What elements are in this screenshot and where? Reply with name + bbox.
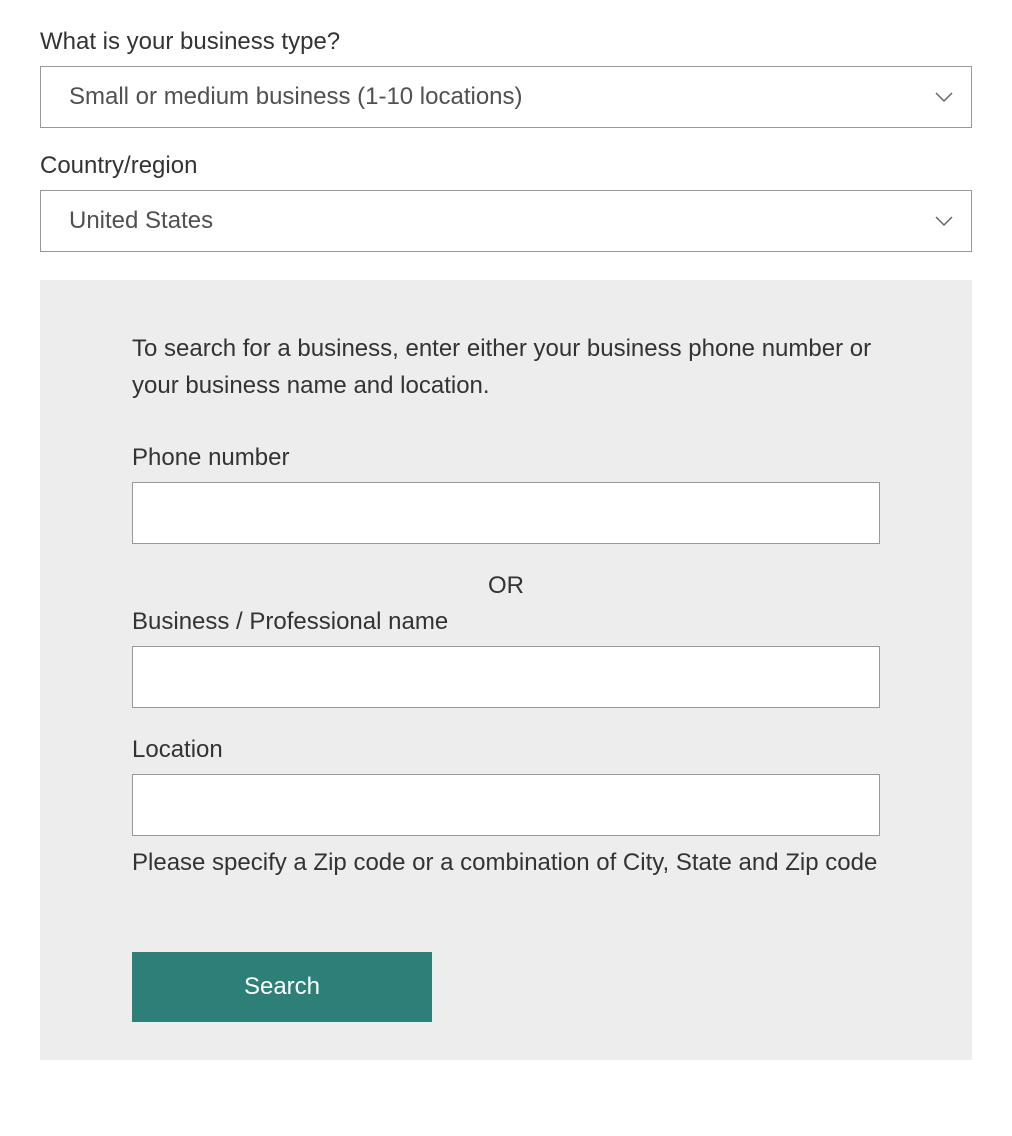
business-type-value: Small or medium business (1-10 locations…	[69, 83, 523, 111]
business-type-label: What is your business type?	[40, 28, 972, 56]
search-button[interactable]: Search	[132, 952, 432, 1022]
business-type-select-wrapper: Small or medium business (1-10 locations…	[40, 66, 972, 128]
phone-field: Phone number	[132, 444, 880, 544]
location-field: Location Please specify a Zip code or a …	[132, 736, 880, 881]
country-select-wrapper: United States	[40, 190, 972, 252]
location-input[interactable]	[132, 774, 880, 836]
business-type-field: What is your business type? Small or med…	[40, 28, 972, 128]
country-value: United States	[69, 207, 213, 235]
business-name-field: Business / Professional name	[132, 608, 880, 708]
business-type-select[interactable]: Small or medium business (1-10 locations…	[40, 66, 972, 128]
search-panel: To search for a business, enter either y…	[40, 280, 972, 1060]
country-label: Country/region	[40, 152, 972, 180]
business-name-input[interactable]	[132, 646, 880, 708]
search-instructions: To search for a business, enter either y…	[132, 330, 880, 404]
location-label: Location	[132, 736, 880, 764]
country-select[interactable]: United States	[40, 190, 972, 252]
phone-label: Phone number	[132, 444, 880, 472]
business-name-label: Business / Professional name	[132, 608, 880, 636]
location-helper: Please specify a Zip code or a combinati…	[132, 844, 880, 881]
country-field: Country/region United States	[40, 152, 972, 252]
phone-input[interactable]	[132, 482, 880, 544]
or-divider: OR	[132, 572, 880, 600]
